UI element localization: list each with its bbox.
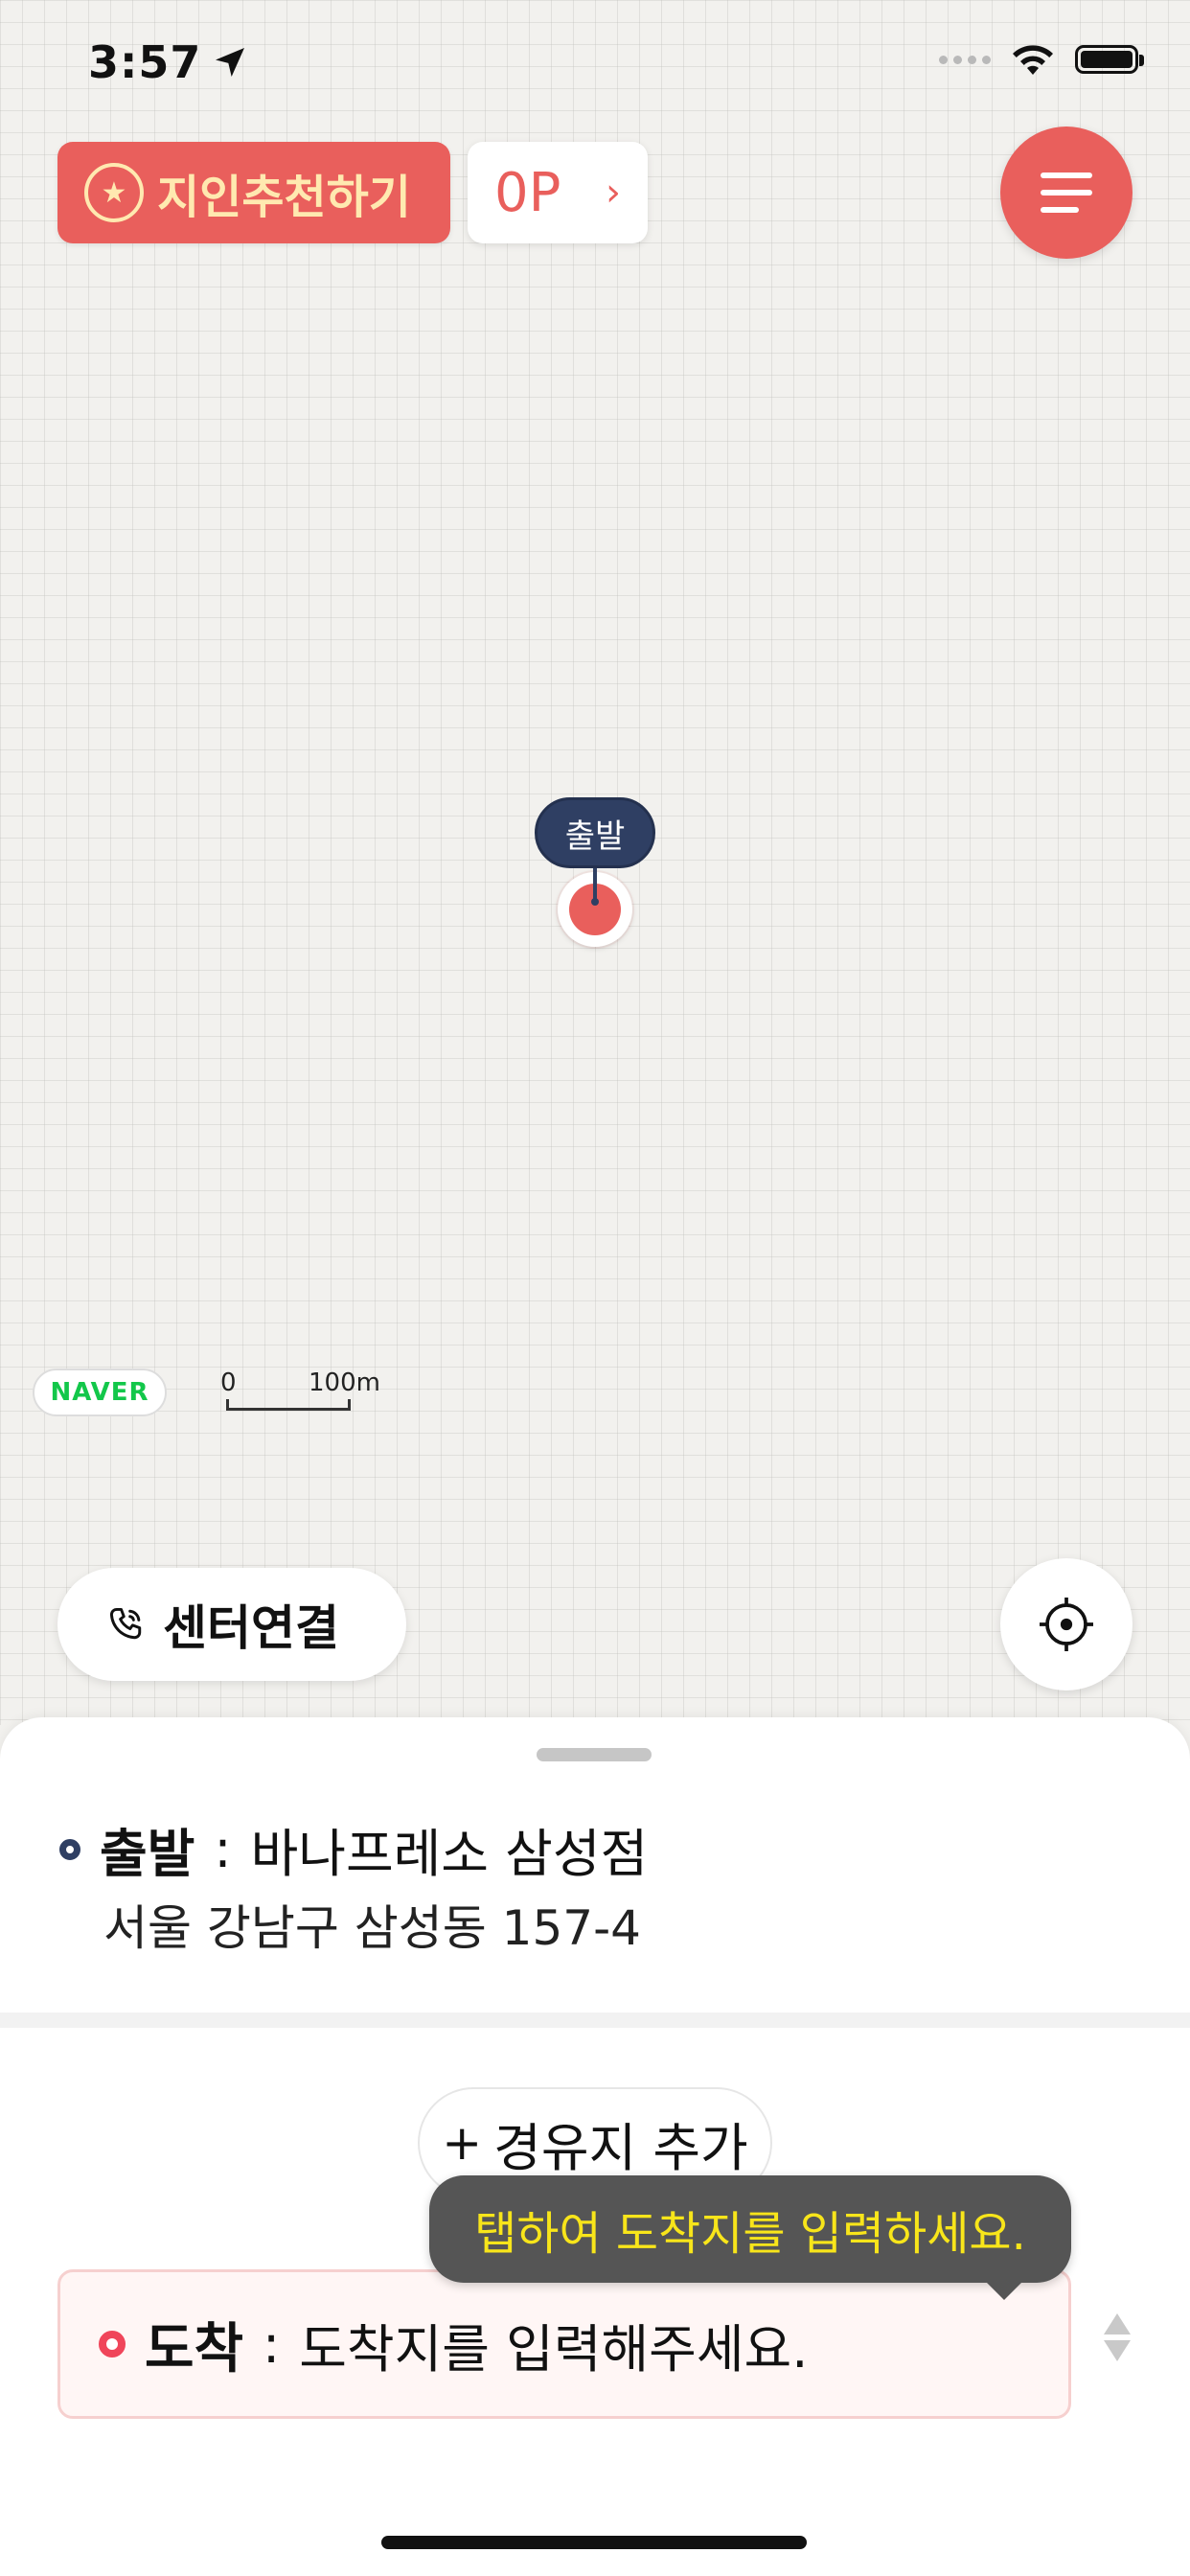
origin-title: 출발 (100, 1824, 195, 1884)
crosshair-icon (1040, 1598, 1093, 1651)
destination-placeholder: 도착지를 입력해주세요. (299, 2318, 809, 2380)
location-arrow-icon (216, 48, 245, 77)
route-sheet: 출발 : 바나프레소 삼성점 서울 강남구 삼성동 157-4 + 경유지 추가… (0, 1717, 1190, 2576)
origin-marker-label[interactable]: 출발 (535, 797, 655, 868)
map-scale-bar (226, 1399, 351, 1411)
plus-icon: + (442, 2115, 483, 2171)
points-button[interactable]: 0P › (468, 142, 648, 243)
phone-icon (109, 1607, 142, 1640)
tooltip-text: 탭하여 도착지를 입력하세요. (474, 2207, 1026, 2261)
destination-title: 도착 (145, 2317, 244, 2380)
marker-center-dot (591, 898, 599, 906)
chevron-right-icon: › (606, 171, 621, 215)
destination-field[interactable]: 도착 : 도착지를 입력해주세요. (57, 2269, 1071, 2419)
menu-button[interactable] (1000, 126, 1133, 259)
star-badge-icon: ★ (84, 163, 144, 222)
origin-dot-icon (59, 1838, 80, 1860)
sort-up-icon (1104, 2313, 1131, 2334)
sort-down-icon (1104, 2340, 1131, 2361)
sheet-drag-handle[interactable] (537, 1748, 652, 1761)
center-connect-button[interactable]: 센터연결 (57, 1568, 406, 1681)
destination-tooltip: 탭하여 도착지를 입력하세요. (429, 2175, 1071, 2300)
current-location-button[interactable] (1000, 1558, 1133, 1690)
wifi-icon (1013, 45, 1053, 75)
map-scale-zero: 0 (220, 1368, 237, 1397)
home-indicator (381, 2536, 807, 2549)
referral-button[interactable]: ★ 지인추천하기 (57, 142, 450, 243)
points-value: 0P (494, 161, 561, 224)
status-time-text: 3:57 (88, 36, 202, 88)
reorder-handle[interactable] (1104, 2313, 1131, 2361)
status-time: 3:57 (88, 36, 249, 88)
origin-address: 서울 강남구 삼성동 157-4 (103, 1900, 641, 1956)
marker-stem (593, 866, 597, 901)
origin-row[interactable]: 출발 : 바나프레소 삼성점 (59, 1811, 648, 1887)
naver-logo: NAVER (33, 1368, 167, 1416)
status-indicators (939, 42, 1144, 77)
battery-icon (1075, 45, 1144, 74)
center-connect-label: 센터연결 (163, 1600, 339, 1656)
origin-name: 바나프레소 삼성점 (250, 1824, 649, 1884)
origin-separator: : (214, 1819, 232, 1879)
hamburger-menu-icon (1041, 172, 1092, 178)
add-waypoint-label: 경유지 추가 (493, 2117, 748, 2178)
referral-label: 지인추천하기 (157, 171, 411, 224)
map-scale-distance: 100m (309, 1368, 380, 1397)
cellular-signal-icon (939, 55, 991, 64)
destination-separator: : (263, 2313, 281, 2375)
destination-dot-icon (99, 2331, 126, 2358)
section-divider (0, 2012, 1190, 2028)
